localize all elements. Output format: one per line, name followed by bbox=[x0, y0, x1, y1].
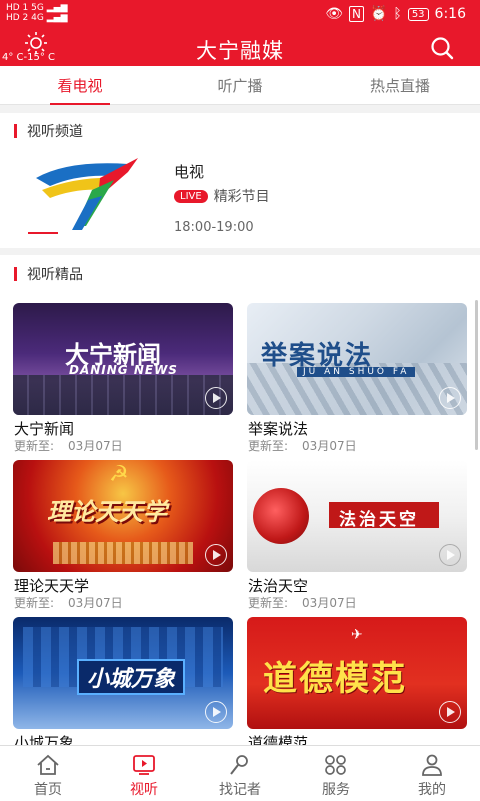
microphone-icon bbox=[230, 755, 248, 775]
program-title[interactable]: 举案说法 bbox=[248, 418, 308, 439]
thumb-title-text: 理论天天学 bbox=[47, 498, 167, 526]
section-title-text: 视听精品 bbox=[27, 267, 83, 283]
thumb-title-text: 道德模范 bbox=[263, 659, 407, 699]
nav-label: 服务 bbox=[322, 782, 350, 798]
tv-logo-icon bbox=[18, 158, 138, 234]
alarm-icon: ⏰ bbox=[369, 6, 388, 22]
program-thumbnail-moral-model[interactable]: ✈ 道德模范 bbox=[247, 617, 467, 729]
nav-media[interactable]: 视听 bbox=[96, 746, 192, 801]
play-icon bbox=[205, 701, 227, 723]
nav-label: 我的 bbox=[418, 782, 446, 798]
program-update: 更新至: 03月07日 bbox=[14, 594, 137, 611]
program-time: 18:00-19:00 bbox=[174, 220, 254, 235]
update-date: 03月07日 bbox=[302, 596, 357, 610]
sim2-indicator: HD 2 bbox=[6, 13, 29, 23]
update-label: 更新至: bbox=[14, 439, 55, 453]
program-thumbnail-theory[interactable]: ☭ 理论天天学 bbox=[13, 460, 233, 572]
program-thumbnail-daning-news[interactable]: 大宁新闻 DANING NEWS bbox=[13, 303, 233, 415]
sim1-indicator: HD 1 bbox=[6, 3, 29, 13]
nav-home[interactable]: 首页 bbox=[0, 746, 96, 801]
status-left: HD 1 5G ▂▄▆ HD 2 4G ▂▄▆ bbox=[6, 3, 68, 23]
eye-icon: 👁 bbox=[325, 6, 343, 22]
channels-section-title: 视听频道 bbox=[14, 121, 83, 141]
signal-icon: ▂▄▆ bbox=[46, 3, 68, 13]
clock: 6:16 bbox=[434, 6, 466, 22]
bottom-nav: 首页 视听 找记者 服务 我的 bbox=[0, 745, 480, 801]
update-date: 03月07日 bbox=[68, 439, 123, 453]
tab-label: 热点直播 bbox=[369, 77, 430, 95]
premium-section-title: 视听精品 bbox=[14, 264, 83, 284]
tab-watch-tv[interactable]: 看电视 bbox=[25, 75, 135, 105]
nav-label: 首页 bbox=[34, 782, 62, 798]
program-update: 更新至: 03月07日 bbox=[248, 594, 371, 611]
program-title[interactable]: 小城万象 bbox=[14, 732, 74, 746]
nav-services[interactable]: 服务 bbox=[288, 746, 384, 801]
network2-indicator: 4G bbox=[31, 13, 44, 23]
thumb-subtitle-text: JU AN SHUO FA bbox=[297, 367, 416, 377]
program-update: 更新至: 03月07日 bbox=[14, 437, 137, 454]
bird-icon: ✈ bbox=[351, 627, 363, 643]
program-thumbnail-juan-shuofa[interactable]: 举案说法 JU AN SHUO FA bbox=[247, 303, 467, 415]
update-label: 更新至: bbox=[248, 596, 289, 610]
nav-find-reporter[interactable]: 找记者 bbox=[192, 746, 288, 801]
update-date: 03月07日 bbox=[302, 439, 357, 453]
tab-label: 看电视 bbox=[57, 77, 103, 95]
thumb-subtitle-text: DANING NEWS bbox=[69, 363, 178, 377]
play-icon bbox=[133, 755, 155, 775]
nav-label: 视听 bbox=[130, 782, 158, 798]
program-title[interactable]: 道德模范 bbox=[248, 732, 308, 746]
active-tab-indicator bbox=[50, 103, 110, 105]
battery-level: 53 bbox=[411, 8, 425, 20]
tab-hot-live[interactable]: 热点直播 bbox=[345, 75, 455, 96]
program-thumbnail-law-sky[interactable]: 法治天空 bbox=[247, 460, 467, 572]
battery-icon: 53 bbox=[407, 7, 429, 21]
update-date: 03月07日 bbox=[68, 596, 123, 610]
play-icon bbox=[439, 544, 461, 566]
nav-profile[interactable]: 我的 bbox=[384, 746, 480, 801]
update-label: 更新至: bbox=[248, 439, 289, 453]
play-icon bbox=[439, 387, 461, 409]
status-right: 👁 N ⏰ ᛒ 53 6:16 bbox=[325, 6, 466, 22]
current-program: 精彩节目 bbox=[213, 189, 270, 205]
program-title[interactable]: 大宁新闻 bbox=[14, 418, 74, 439]
program-title[interactable]: 理论天天学 bbox=[14, 575, 89, 596]
program-title[interactable]: 法治天空 bbox=[248, 575, 308, 596]
user-icon bbox=[422, 754, 442, 776]
program-update: 更新至: 03月07日 bbox=[248, 437, 371, 454]
update-label: 更新至: bbox=[14, 596, 55, 610]
program-thumbnail-small-city[interactable]: 小城万象 bbox=[13, 617, 233, 729]
play-icon bbox=[439, 701, 461, 723]
live-row: LIVE 精彩节目 bbox=[174, 186, 270, 206]
live-badge: LIVE bbox=[174, 189, 208, 203]
search-icon[interactable] bbox=[430, 36, 454, 60]
tab-bar: 看电视 听广播 热点直播 bbox=[0, 66, 480, 105]
channel-name[interactable]: 电视 bbox=[174, 161, 204, 182]
globe-icon bbox=[253, 488, 309, 544]
home-icon bbox=[37, 754, 59, 775]
nfc-icon: N bbox=[348, 6, 364, 22]
party-emblem-icon: ☭ bbox=[109, 462, 129, 487]
grid-icon bbox=[325, 755, 346, 775]
bluetooth-icon: ᛒ bbox=[393, 6, 402, 22]
channel-logo[interactable] bbox=[18, 150, 148, 240]
app-header: 4° C-15° C 大宁融媒 bbox=[0, 30, 480, 66]
thumb-building bbox=[53, 542, 193, 564]
network-indicator: 5G bbox=[31, 3, 44, 13]
app-title: 大宁融媒 bbox=[196, 39, 284, 63]
nav-label: 找记者 bbox=[219, 782, 261, 798]
play-icon bbox=[205, 544, 227, 566]
section-title-text: 视听频道 bbox=[27, 124, 83, 140]
thumb-grid bbox=[13, 375, 233, 415]
thumb-title-text: 法治天空 bbox=[339, 510, 419, 530]
play-icon bbox=[205, 387, 227, 409]
tab-radio[interactable]: 听广播 bbox=[185, 75, 295, 96]
signal2-icon: ▂▄▆ bbox=[46, 13, 68, 23]
scrollbar[interactable] bbox=[475, 300, 478, 450]
status-bar: HD 1 5G ▂▄▆ HD 2 4G ▂▄▆ 👁 N ⏰ ᛒ 53 6:16 bbox=[0, 0, 480, 30]
thumb-title-text: 小城万象 bbox=[77, 659, 186, 695]
tab-label: 听广播 bbox=[217, 77, 263, 95]
